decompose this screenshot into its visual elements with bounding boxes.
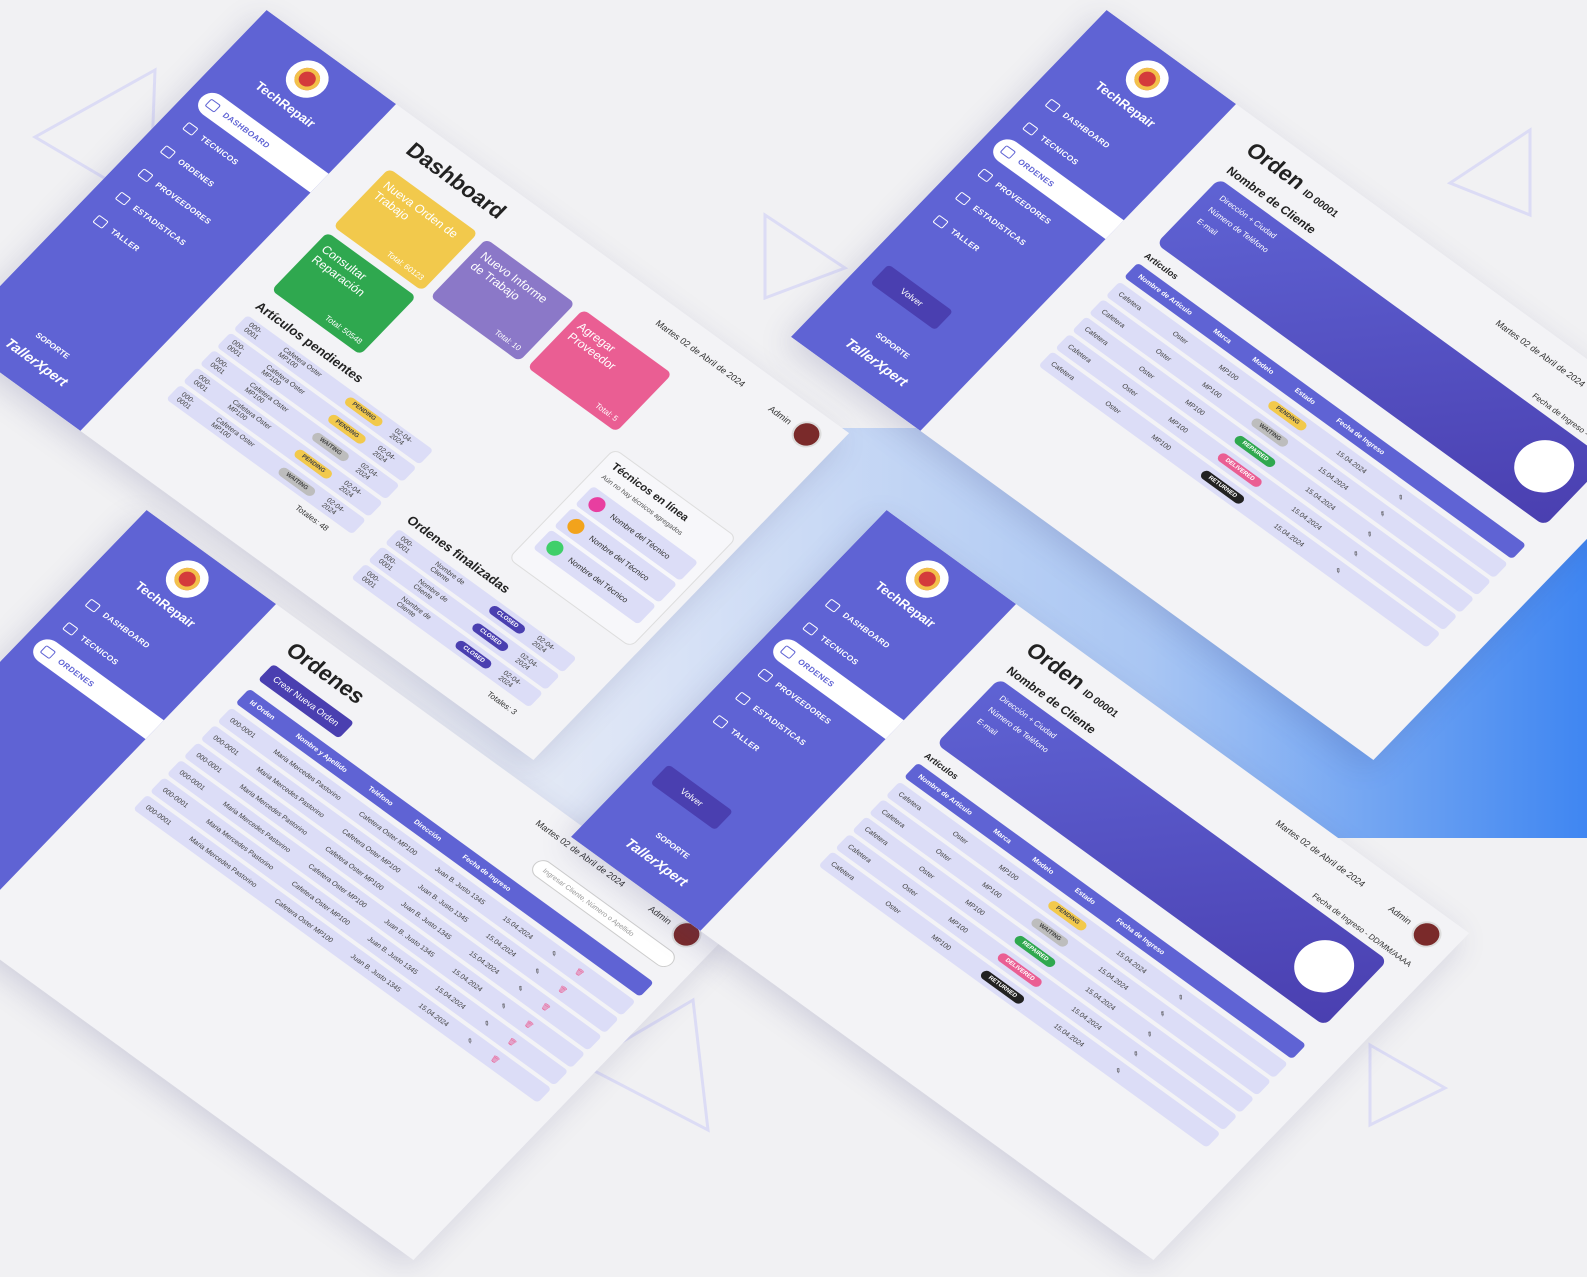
- tech-avatar: [584, 494, 610, 516]
- order-row[interactable]: 000-0001 Maria Mercedes Pastorino Cafetera…: [166, 759, 586, 1069]
- tech-avatar: [542, 537, 567, 559]
- id-card-icon: [801, 621, 819, 636]
- trash-icon[interactable]: 🗑: [573, 967, 586, 978]
- clipboard-icon: [39, 644, 57, 660]
- edit-icon[interactable]: ✎: [1113, 1066, 1123, 1076]
- id-card-icon: [1021, 121, 1039, 136]
- client-email: E-mail: [1194, 217, 1220, 237]
- chart-icon: [114, 191, 132, 206]
- chart-icon: [734, 691, 752, 706]
- decor-triangle: [763, 212, 849, 300]
- trash-icon[interactable]: 🗑: [556, 984, 569, 995]
- edit-icon[interactable]: ✎: [515, 984, 525, 994]
- gear-icon: [137, 168, 154, 183]
- client-email: E-mail: [974, 717, 1000, 737]
- back-button[interactable]: Volver: [870, 264, 954, 331]
- clipboard-icon: [159, 144, 177, 160]
- trash-icon[interactable]: 🗑: [505, 1037, 518, 1047]
- avatar: [1405, 916, 1448, 953]
- trash-icon[interactable]: 🗑: [539, 1002, 552, 1013]
- store-icon: [932, 214, 949, 229]
- decor-triangle: [1368, 1042, 1449, 1128]
- client-avatar-icon: [1501, 429, 1587, 504]
- edit-icon[interactable]: ✎: [1350, 550, 1360, 559]
- tech-avatar: [563, 515, 589, 537]
- clipboard-icon: [779, 644, 797, 660]
- home-icon: [824, 598, 842, 613]
- edit-icon[interactable]: ✎: [464, 1037, 474, 1046]
- edit-icon[interactable]: ✎: [481, 1019, 491, 1029]
- edit-icon[interactable]: ✎: [532, 967, 542, 977]
- edit-icon[interactable]: ✎: [1333, 566, 1343, 576]
- avatar: [785, 416, 828, 453]
- gear-icon: [757, 668, 774, 683]
- date-label: Martes 02 de Abril de 2024: [1493, 318, 1587, 389]
- store-icon: [92, 214, 109, 229]
- id-card-icon: [61, 621, 79, 636]
- trash-icon[interactable]: 🗑: [488, 1054, 501, 1065]
- edit-icon[interactable]: ✎: [498, 1002, 508, 1011]
- edit-icon[interactable]: ✎: [549, 949, 559, 959]
- chart-icon: [954, 191, 972, 206]
- client-avatar-icon: [1281, 929, 1367, 1004]
- clipboard-icon: [999, 144, 1017, 160]
- home-icon: [84, 598, 102, 613]
- store-icon: [712, 714, 729, 729]
- decor-triangle: [1446, 127, 1532, 218]
- edit-icon[interactable]: ✎: [1157, 1010, 1167, 1019]
- edit-icon[interactable]: ✎: [1377, 510, 1387, 519]
- trash-icon[interactable]: 🗑: [522, 1019, 535, 1030]
- edit-icon[interactable]: ✎: [1144, 1030, 1154, 1040]
- brand-footer: TallerXpert: [841, 334, 912, 390]
- edit-icon[interactable]: ✎: [1130, 1050, 1140, 1059]
- admin-menu[interactable]: Admin: [760, 397, 828, 453]
- gear-icon: [977, 168, 994, 183]
- back-button[interactable]: Volver: [650, 764, 734, 831]
- edit-icon[interactable]: ✎: [1395, 493, 1405, 503]
- id-card-icon: [181, 121, 199, 136]
- edit-icon[interactable]: ✎: [1364, 530, 1374, 540]
- edit-icon[interactable]: ✎: [1175, 993, 1185, 1003]
- home-icon: [1044, 98, 1062, 113]
- home-icon: [204, 98, 222, 113]
